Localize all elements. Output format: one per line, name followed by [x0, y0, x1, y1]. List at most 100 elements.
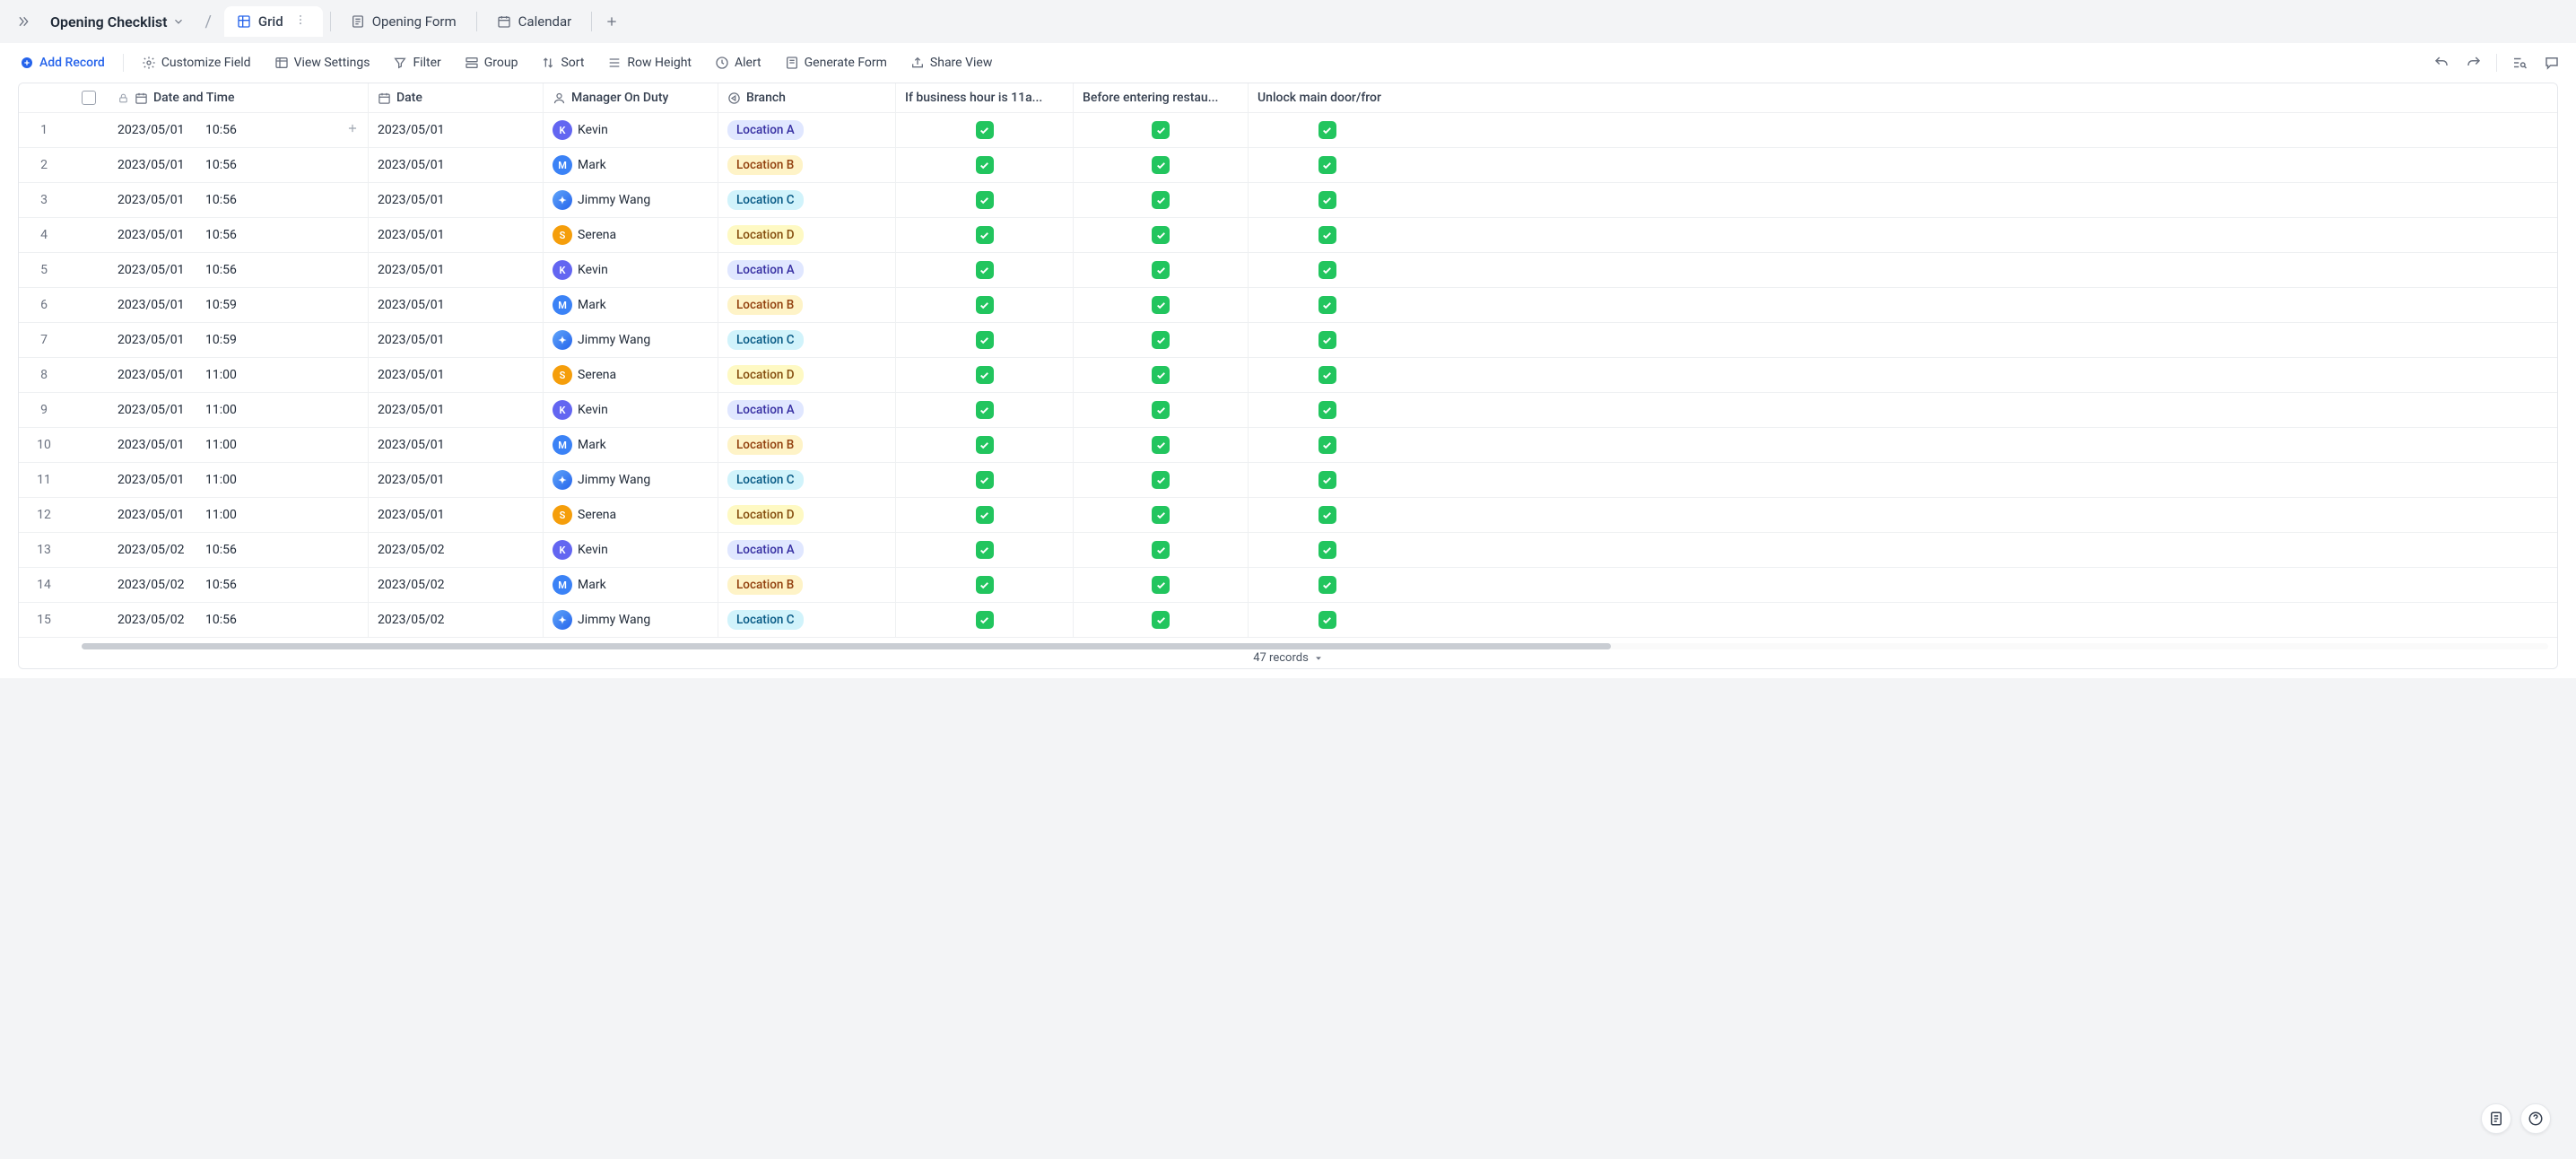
sort-button[interactable]: Sort [532, 51, 593, 74]
header-select-all[interactable] [69, 83, 109, 112]
cell-manager[interactable]: ✦Jimmy Wang [544, 463, 718, 497]
table-title-dropdown[interactable]: Opening Checklist [43, 10, 192, 34]
row-select[interactable] [69, 603, 109, 637]
column-header-check3[interactable]: Unlock main door/fror [1249, 83, 1405, 112]
column-header-check1[interactable]: If business hour is 11a... [896, 83, 1074, 112]
row-select[interactable] [69, 498, 109, 532]
cell-check3[interactable] [1249, 393, 1405, 427]
cell-manager[interactable]: KKevin [544, 393, 718, 427]
cell-manager[interactable]: SSerena [544, 498, 718, 532]
cell-manager[interactable]: KKevin [544, 253, 718, 287]
record-count-dropdown[interactable]: 47 records [1153, 651, 1423, 665]
expand-sidebar-button[interactable] [11, 9, 36, 34]
undo-button[interactable] [2428, 49, 2455, 76]
cell-check1[interactable] [896, 358, 1074, 392]
cell-check3[interactable] [1249, 358, 1405, 392]
cell-date[interactable]: 2023/05/01 [369, 323, 544, 357]
row-select[interactable] [69, 323, 109, 357]
cell-datetime[interactable]: 2023/05/0111:00 [109, 463, 369, 497]
table-row[interactable]: 12023/05/0110:562023/05/01KKevinLocation… [19, 113, 2557, 148]
row-select[interactable] [69, 253, 109, 287]
cell-check2[interactable] [1074, 428, 1249, 462]
share-view-button[interactable]: Share View [901, 51, 1001, 74]
cell-branch[interactable]: Location A [718, 253, 896, 287]
row-select[interactable] [69, 113, 109, 147]
table-row[interactable]: 122023/05/0111:002023/05/01SSerenaLocati… [19, 498, 2557, 533]
cell-datetime[interactable]: 2023/05/0110:56 [109, 148, 369, 182]
cell-check1[interactable] [896, 533, 1074, 567]
cell-branch[interactable]: Location A [718, 533, 896, 567]
tab-opening-form[interactable]: Opening Form [338, 6, 469, 37]
cell-manager[interactable]: ✦Jimmy Wang [544, 323, 718, 357]
cell-check3[interactable] [1249, 148, 1405, 182]
cell-check3[interactable] [1249, 253, 1405, 287]
cell-datetime[interactable]: 2023/05/0110:59 [109, 323, 369, 357]
cell-check2[interactable] [1074, 393, 1249, 427]
table-row[interactable]: 152023/05/0210:562023/05/02✦Jimmy WangLo… [19, 603, 2557, 638]
row-select[interactable] [69, 183, 109, 217]
cell-check1[interactable] [896, 323, 1074, 357]
cell-date[interactable]: 2023/05/01 [369, 358, 544, 392]
cell-check2[interactable] [1074, 358, 1249, 392]
row-height-button[interactable]: Row Height [598, 51, 701, 74]
search-record-button[interactable] [2506, 49, 2533, 76]
cell-check3[interactable] [1249, 533, 1405, 567]
cell-check2[interactable] [1074, 498, 1249, 532]
table-row[interactable]: 62023/05/0110:592023/05/01MMarkLocation … [19, 288, 2557, 323]
cell-check2[interactable] [1074, 533, 1249, 567]
cell-datetime[interactable]: 2023/05/0111:00 [109, 393, 369, 427]
cell-check2[interactable] [1074, 288, 1249, 322]
redo-button[interactable] [2460, 49, 2487, 76]
cell-manager[interactable]: ✦Jimmy Wang [544, 603, 718, 637]
cell-branch[interactable]: Location B [718, 148, 896, 182]
cell-check2[interactable] [1074, 463, 1249, 497]
table-row[interactable]: 52023/05/0110:562023/05/01KKevinLocation… [19, 253, 2557, 288]
cell-check1[interactable] [896, 393, 1074, 427]
cell-datetime[interactable]: 2023/05/0111:00 [109, 498, 369, 532]
cell-check1[interactable] [896, 253, 1074, 287]
cell-check3[interactable] [1249, 568, 1405, 602]
cell-check1[interactable] [896, 498, 1074, 532]
cell-check2[interactable] [1074, 568, 1249, 602]
table-row[interactable]: 72023/05/0110:592023/05/01✦Jimmy WangLoc… [19, 323, 2557, 358]
cell-manager[interactable]: KKevin [544, 533, 718, 567]
cell-date[interactable]: 2023/05/01 [369, 113, 544, 147]
cell-datetime[interactable]: 2023/05/0111:00 [109, 358, 369, 392]
cell-date[interactable]: 2023/05/02 [369, 603, 544, 637]
cell-branch[interactable]: Location C [718, 323, 896, 357]
table-row[interactable]: 112023/05/0111:002023/05/01✦Jimmy WangLo… [19, 463, 2557, 498]
row-select[interactable] [69, 533, 109, 567]
cell-check3[interactable] [1249, 288, 1405, 322]
cell-check3[interactable] [1249, 428, 1405, 462]
tab-more-button[interactable] [291, 13, 310, 30]
cell-manager[interactable]: MMark [544, 288, 718, 322]
cell-manager[interactable]: SSerena [544, 218, 718, 252]
table-row[interactable]: 32023/05/0110:562023/05/01✦Jimmy WangLoc… [19, 183, 2557, 218]
cell-check2[interactable] [1074, 218, 1249, 252]
cell-branch[interactable]: Location D [718, 498, 896, 532]
column-header-check2[interactable]: Before entering restau... [1074, 83, 1249, 112]
cell-check3[interactable] [1249, 183, 1405, 217]
grid-body[interactable]: 12023/05/0110:562023/05/01KKevinLocation… [19, 113, 2557, 638]
cell-branch[interactable]: Location C [718, 603, 896, 637]
cell-check3[interactable] [1249, 323, 1405, 357]
cell-check2[interactable] [1074, 253, 1249, 287]
filter-button[interactable]: Filter [384, 51, 449, 74]
cell-date[interactable]: 2023/05/01 [369, 393, 544, 427]
cell-check3[interactable] [1249, 218, 1405, 252]
cell-branch[interactable]: Location D [718, 358, 896, 392]
view-settings-button[interactable]: View Settings [265, 51, 379, 74]
cell-check2[interactable] [1074, 323, 1249, 357]
cell-manager[interactable]: ✦Jimmy Wang [544, 183, 718, 217]
cell-check3[interactable] [1249, 498, 1405, 532]
cell-date[interactable]: 2023/05/01 [369, 463, 544, 497]
table-row[interactable]: 92023/05/0111:002023/05/01KKevinLocation… [19, 393, 2557, 428]
cell-check1[interactable] [896, 463, 1074, 497]
cell-check1[interactable] [896, 568, 1074, 602]
cell-branch[interactable]: Location B [718, 288, 896, 322]
cell-check1[interactable] [896, 113, 1074, 147]
column-header-date[interactable]: Date [369, 83, 544, 112]
row-select[interactable] [69, 463, 109, 497]
cell-check1[interactable] [896, 218, 1074, 252]
cell-check1[interactable] [896, 428, 1074, 462]
